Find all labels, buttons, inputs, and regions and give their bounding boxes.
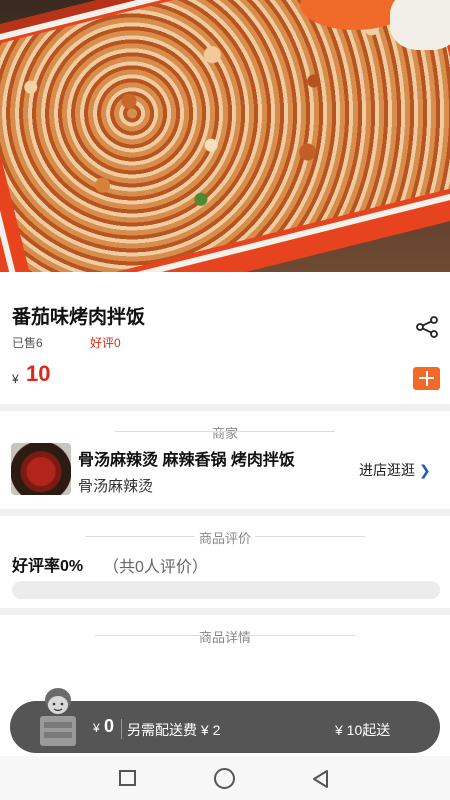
cart-total-currency: ¥: [93, 721, 100, 735]
cart-total: 0: [104, 716, 115, 736]
header-line-left: [115, 431, 225, 432]
details-section-header: 商品详情: [0, 627, 450, 646]
header-line-right: [255, 536, 365, 537]
section-divider: [0, 404, 450, 411]
merchant-avatar[interactable]: [11, 443, 71, 495]
min-order-button[interactable]: ¥ 10起送: [335, 720, 390, 740]
merchant-name[interactable]: 骨汤麻辣烫 麻辣香锅 烤肉拌饭: [78, 446, 295, 470]
reviews-section-label: 商品评价: [198, 531, 251, 546]
header-line-right: [225, 431, 335, 432]
delivery-fee-text: 另需配送费 ¥ 2: [127, 722, 221, 738]
square-icon[interactable]: [119, 770, 136, 786]
visit-store-link[interactable]: 进店逛逛 ❯: [359, 460, 431, 480]
product-title: 番茄味烤肉拌饭: [12, 307, 146, 328]
cart-separator: [121, 719, 122, 739]
section-divider: [0, 509, 450, 516]
header-line-left: [85, 536, 195, 537]
white-rice: [390, 0, 450, 50]
add-to-cart-button[interactable]: [413, 367, 440, 390]
cart-mascot-icon[interactable]: [34, 688, 82, 750]
sold-count: 已售6: [12, 336, 43, 350]
section-divider: [0, 608, 450, 615]
merchant-subtitle: 骨汤麻辣烫: [78, 478, 154, 495]
triangle-back-icon[interactable]: [310, 768, 332, 790]
merchant-section-header: 商家: [0, 423, 450, 442]
review-count-text: （共0人评价）: [103, 559, 208, 576]
header-line-right: [245, 635, 355, 636]
good-rating-count: 好评0: [90, 336, 121, 350]
share-icon[interactable]: [415, 316, 439, 338]
details-section-label: 商品详情: [198, 630, 251, 645]
header-line-left: [95, 635, 205, 636]
product-info-panel: 番茄味烤肉拌饭 已售6 好评0 ¥ 10: [0, 272, 450, 404]
good-rate-progress-bar: [12, 581, 440, 599]
good-rate-text: 好评率0%: [12, 558, 84, 575]
chevron-right-icon: ❯: [419, 462, 431, 478]
price-currency: ¥: [12, 372, 19, 386]
circle-icon[interactable]: [214, 768, 235, 789]
merchant-section-label: 商家: [211, 426, 238, 441]
product-price: 10: [26, 361, 51, 386]
reviews-section-header: 商品评价: [0, 528, 450, 547]
product-image: [0, 0, 450, 272]
visit-store-label: 进店逛逛: [359, 462, 415, 478]
